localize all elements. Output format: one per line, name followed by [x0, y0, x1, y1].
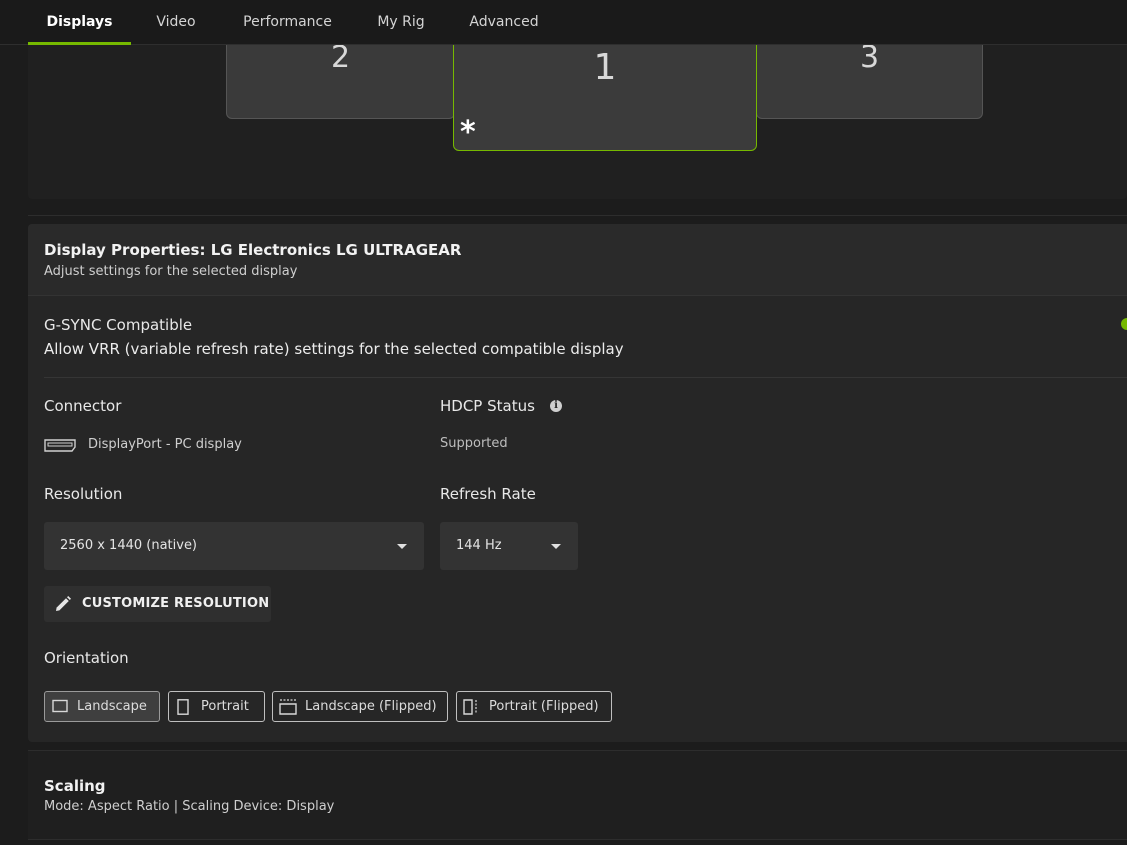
portrait-flipped-icon	[463, 699, 477, 715]
scaling-subtitle: Mode: Aspect Ratio | Scaling Device: Dis…	[44, 799, 335, 814]
resolution-dropdown[interactable]: 2560 x 1440 (native)	[44, 522, 424, 570]
orientation-portrait-flipped-button[interactable]: Portrait (Flipped)	[456, 691, 612, 722]
tab-displays[interactable]: Displays	[28, 0, 131, 45]
chevron-down-icon	[551, 544, 561, 549]
gsync-toggle[interactable]	[1121, 318, 1127, 330]
orientation-portrait-button[interactable]: Portrait	[168, 691, 265, 722]
orientation-landscape-label: Landscape	[77, 699, 147, 714]
hdcp-label: HDCP Status	[440, 397, 535, 415]
display-properties-panel: Display Properties: LG Electronics LG UL…	[28, 224, 1127, 742]
gsync-description: Allow VRR (variable refresh rate) settin…	[44, 340, 624, 358]
section-divider	[28, 839, 1127, 840]
hdcp-value: Supported	[440, 436, 508, 451]
divider	[44, 377, 1127, 378]
gsync-label: G-SYNC Compatible	[44, 316, 193, 334]
connector-value: DisplayPort - PC display	[88, 437, 242, 452]
tab-my-rig[interactable]: My Rig	[370, 0, 432, 45]
display-arrangement: 2 3 1 *	[28, 45, 1127, 199]
resolution-label: Resolution	[44, 485, 123, 503]
tab-advanced[interactable]: Advanced	[463, 0, 545, 45]
orientation-label: Orientation	[44, 649, 129, 667]
tab-bar: Displays Video Performance My Rig Advanc…	[0, 0, 1127, 45]
pencil-icon	[56, 596, 71, 611]
customize-resolution-button[interactable]: CUSTOMIZE RESOLUTION	[44, 586, 271, 622]
panel-header: Display Properties: LG Electronics LG UL…	[28, 224, 1127, 296]
panel-subtitle: Adjust settings for the selected display	[44, 264, 298, 279]
monitor-number: 2	[330, 45, 351, 75]
tab-video[interactable]: Video	[147, 0, 205, 45]
monitor-number: 1	[593, 47, 617, 88]
primary-display-star-icon: *	[460, 115, 476, 150]
monitor-1-primary[interactable]: 1 *	[453, 45, 757, 151]
resolution-value: 2560 x 1440 (native)	[60, 538, 198, 553]
tab-performance[interactable]: Performance	[236, 0, 339, 45]
displayport-icon	[44, 439, 76, 452]
orientation-landscape-flipped-button[interactable]: Landscape (Flipped)	[272, 691, 448, 722]
chevron-down-icon	[397, 544, 407, 549]
orientation-portrait-label: Portrait	[201, 699, 249, 714]
customize-resolution-label: CUSTOMIZE RESOLUTION	[82, 596, 270, 611]
refresh-rate-label: Refresh Rate	[440, 485, 536, 503]
scaling-section[interactable]: Scaling Mode: Aspect Ratio | Scaling Dev…	[28, 751, 1127, 839]
portrait-icon	[177, 699, 189, 715]
panel-title: Display Properties: LG Electronics LG UL…	[44, 241, 462, 259]
refresh-rate-dropdown[interactable]: 144 Hz	[440, 522, 578, 570]
monitor-number: 3	[859, 45, 880, 75]
refresh-rate-value: 144 Hz	[456, 538, 502, 553]
monitor-2[interactable]: 2	[226, 45, 455, 119]
scaling-title: Scaling	[44, 777, 106, 795]
section-divider	[28, 215, 1127, 216]
landscape-icon	[52, 699, 68, 713]
landscape-flipped-icon	[279, 699, 297, 715]
connector-label: Connector	[44, 397, 122, 415]
monitor-3[interactable]: 3	[756, 45, 983, 119]
orientation-portrait-flipped-label: Portrait (Flipped)	[489, 699, 599, 714]
orientation-landscape-flipped-label: Landscape (Flipped)	[305, 699, 437, 714]
orientation-landscape-button[interactable]: Landscape	[44, 691, 160, 722]
info-icon[interactable]: i	[550, 400, 562, 412]
